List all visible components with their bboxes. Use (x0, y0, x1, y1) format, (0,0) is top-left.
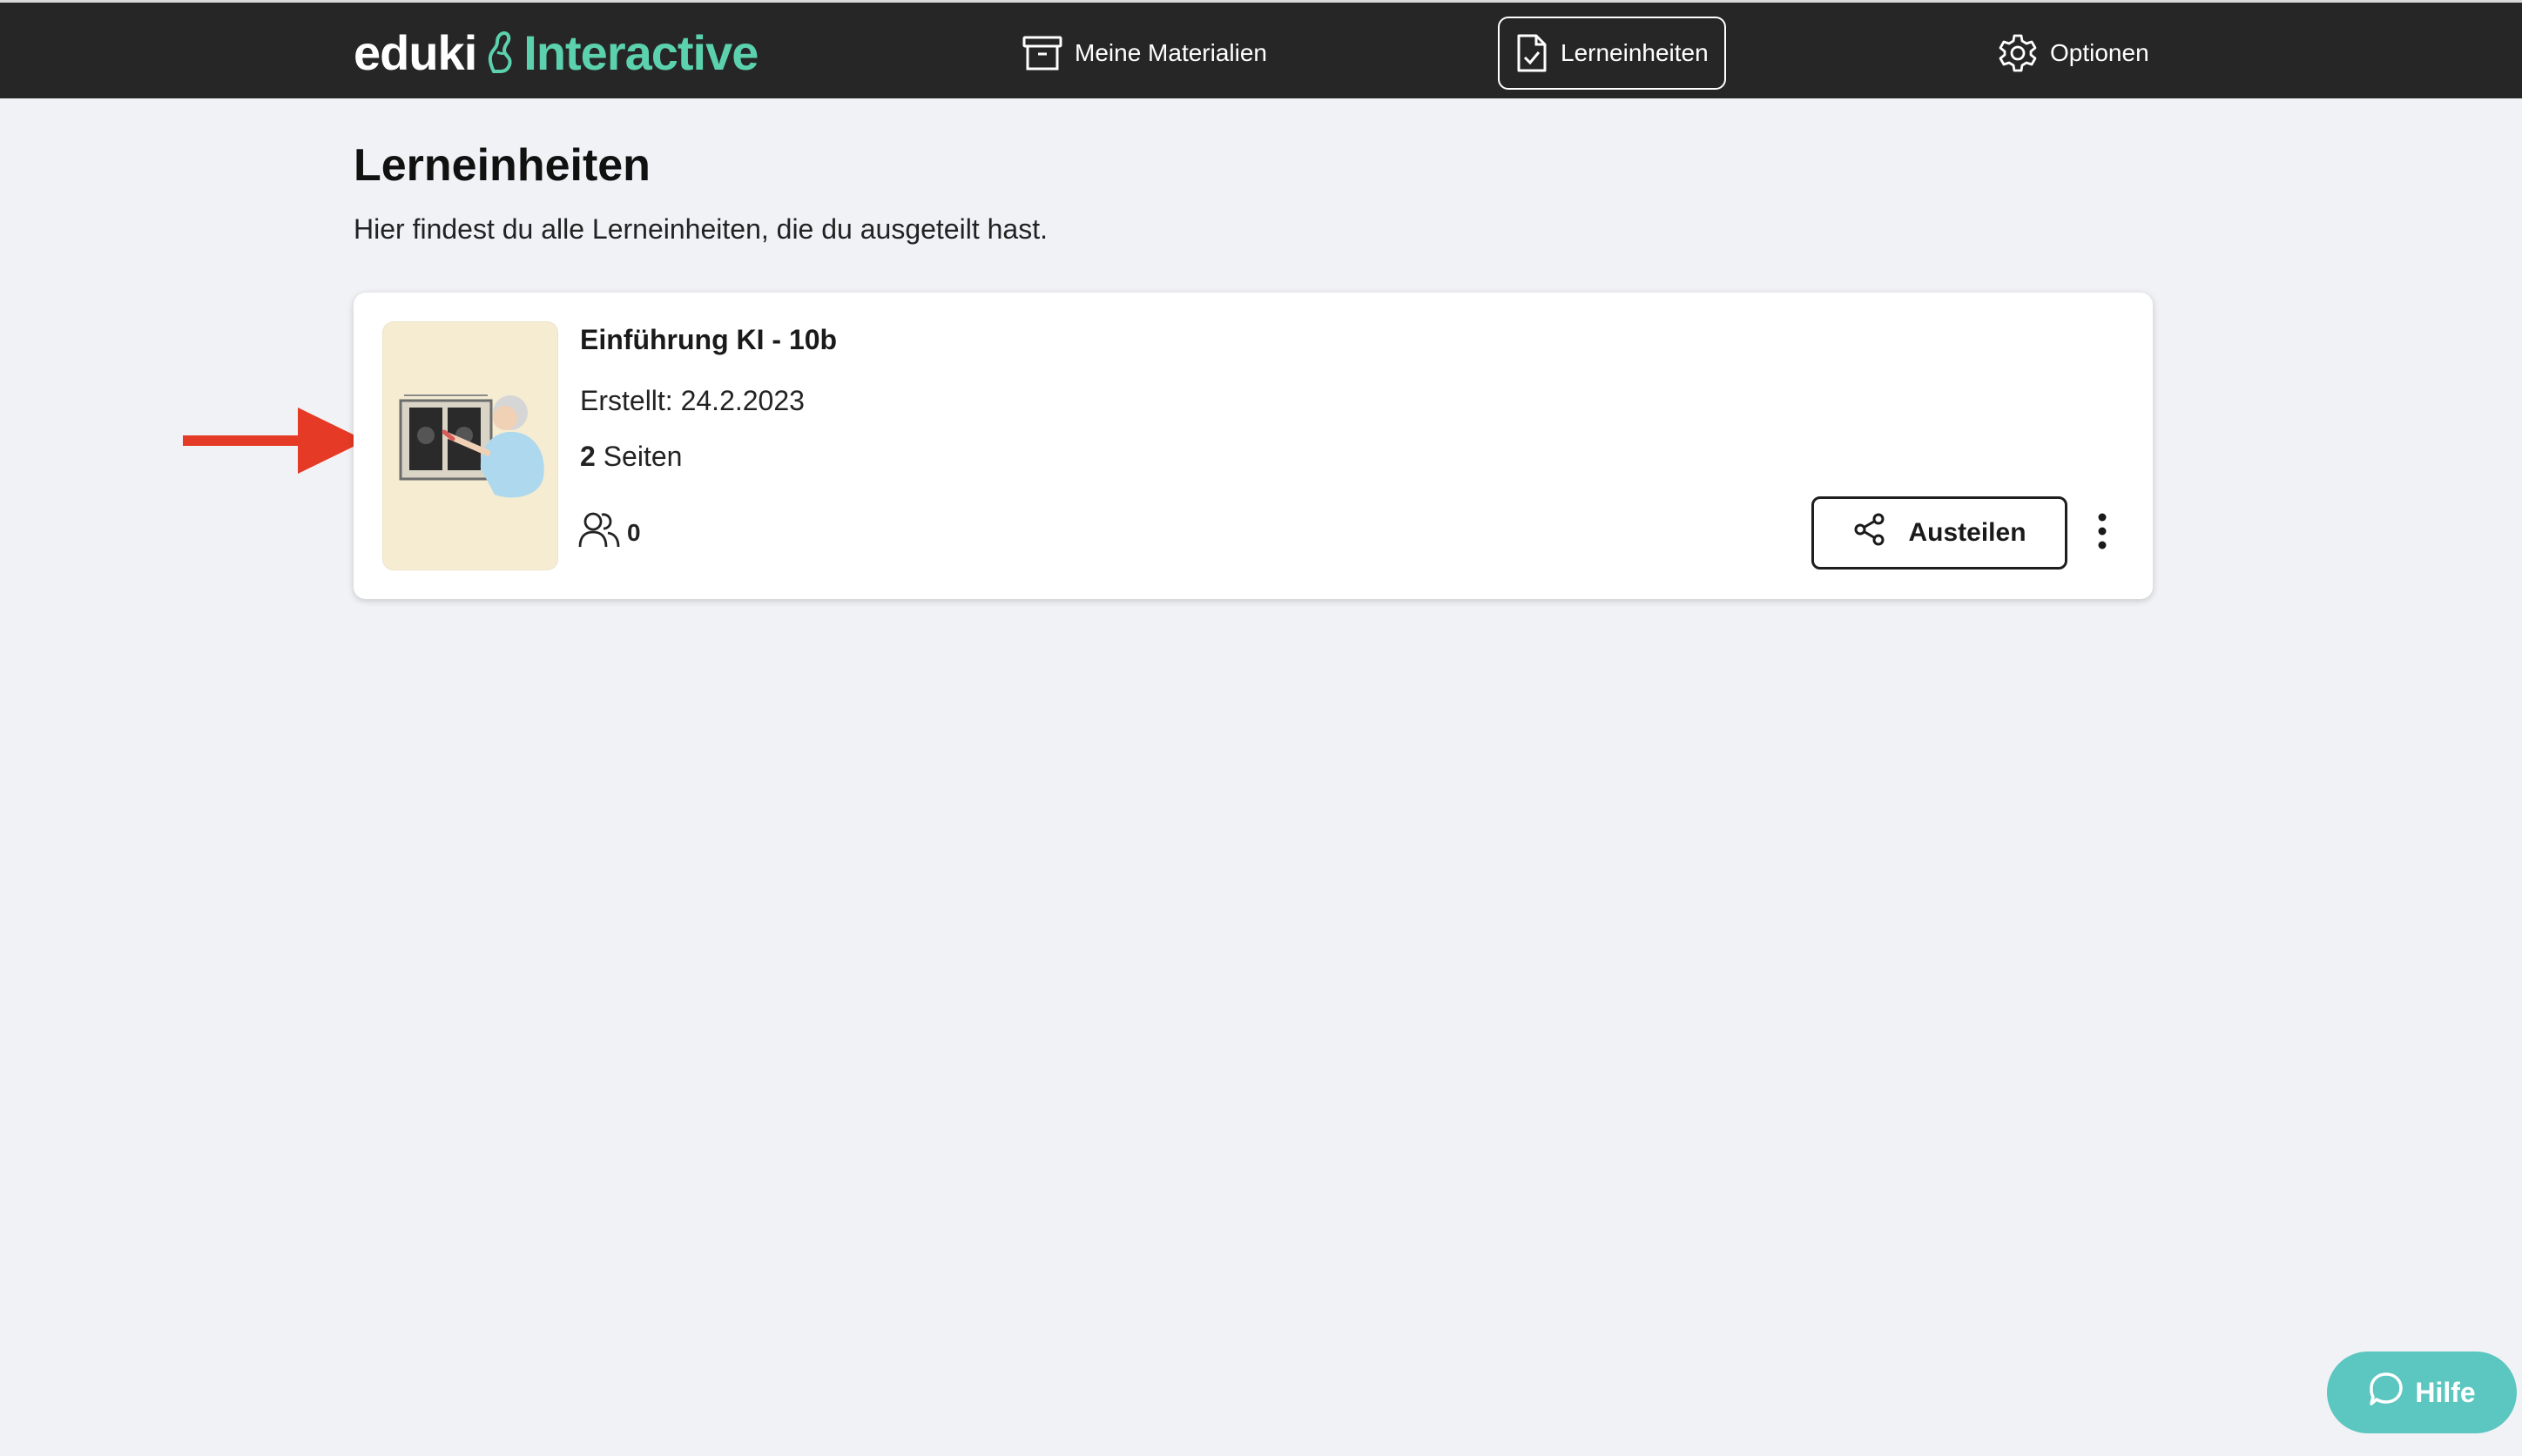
chat-bubble-icon (2368, 1371, 2404, 1414)
more-options-button[interactable] (2085, 507, 2120, 559)
app-logo[interactable]: eduki Interactive (354, 24, 759, 81)
share-button[interactable]: Austeilen (1811, 496, 2067, 570)
annotation-arrow-icon (183, 406, 366, 480)
help-label: Hilfe (2415, 1376, 2476, 1408)
nav-label-materials: Meine Materialien (1075, 39, 1267, 66)
hand-icon (485, 30, 515, 75)
nav-lerneinheiten[interactable]: Lerneinheiten (1498, 17, 1726, 90)
page-title: Lerneinheiten (354, 140, 651, 191)
help-button[interactable]: Hilfe (2327, 1352, 2517, 1433)
archive-box-icon (1022, 35, 1062, 71)
unit-title[interactable]: Einführung KI - 10b (580, 324, 837, 356)
gear-icon (1998, 33, 2038, 73)
nav-label-options: Optionen (2050, 39, 2149, 66)
participants-count: 0 (578, 510, 641, 555)
users-icon (578, 510, 620, 555)
participants-value: 0 (627, 518, 641, 546)
unit-created-date: Erstellt: 24.2.2023 (580, 385, 805, 416)
brand-name: eduki (354, 24, 477, 80)
share-button-label: Austeilen (1908, 518, 2026, 547)
nav-meine-materialien[interactable]: Meine Materialien (1022, 17, 1267, 90)
learning-unit-card[interactable]: Einführung KI - 10b Erstellt: 24.2.2023 … (354, 293, 2153, 599)
document-check-icon (1515, 33, 1548, 73)
page-subtitle: Hier findest du alle Lerneinheiten, die … (354, 213, 1048, 245)
nav-optionen[interactable]: Optionen (1998, 17, 2149, 90)
unit-pages: 2 Seiten (580, 441, 682, 473)
share-icon (1852, 512, 1887, 554)
top-navigation-bar: eduki Interactive Meine Materialien Lern… (0, 0, 2522, 98)
unit-pages-label: Seiten (603, 441, 683, 472)
product-name: Interactive (523, 24, 759, 80)
unit-thumbnail[interactable] (383, 322, 557, 570)
nav-label-units: Lerneinheiten (1561, 39, 1709, 66)
unit-pages-count: 2 (580, 441, 596, 472)
more-vertical-icon (2097, 512, 2107, 555)
